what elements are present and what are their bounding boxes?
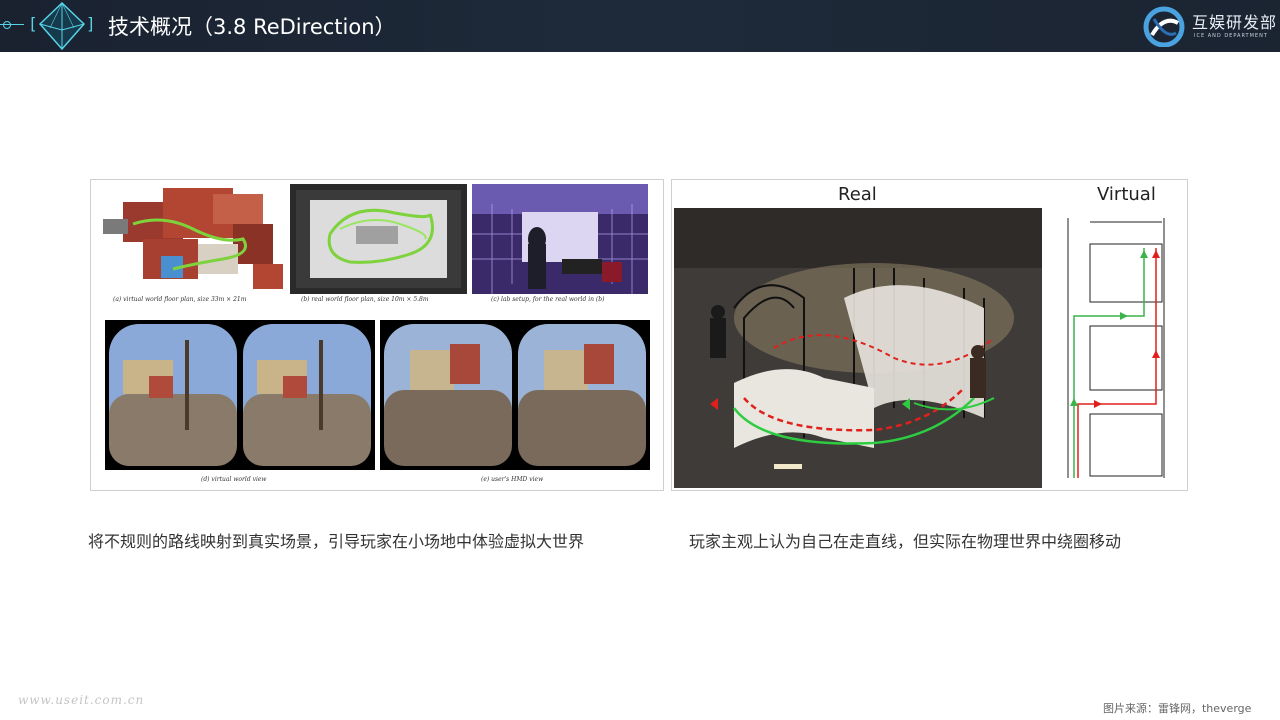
label-real: Real bbox=[838, 184, 877, 205]
header-bar: [ ] 技术概况（3.8 ReDirection） 互娱研发部 ICE AND … bbox=[0, 0, 1280, 52]
lab-setup-photo bbox=[472, 184, 648, 294]
watermark-text: www.useit.com.cn bbox=[18, 693, 145, 707]
real-maze-photo bbox=[674, 208, 1042, 488]
crystal-icon bbox=[38, 1, 86, 51]
caption-d: (d) virtual world view bbox=[201, 476, 267, 483]
real-floor-plan-image bbox=[290, 184, 467, 294]
caption-a: (a) virtual world floor plan, size 33m ×… bbox=[113, 296, 247, 303]
right-caption: 玩家主观上认为自己在走直线，但实际在物理世界中绕圈移动 bbox=[689, 532, 1122, 551]
left-caption: 将不规则的路线映射到真实场景，引导玩家在小场地中体验虚拟大世界 bbox=[88, 532, 585, 551]
left-figure-panel: (a) virtual world floor plan, size 33m ×… bbox=[90, 179, 664, 491]
image-source-text: 图片来源：雷锋网，theverge bbox=[1103, 702, 1252, 715]
label-virtual: Virtual bbox=[1097, 184, 1156, 205]
logo-swirl-icon bbox=[1143, 6, 1185, 47]
hmd-view-image bbox=[380, 320, 650, 470]
logo-text: 互娱研发部 bbox=[1192, 13, 1278, 32]
page-title: 技术概况（3.8 ReDirection） bbox=[108, 15, 396, 39]
virtual-floor-plan-image bbox=[103, 184, 285, 294]
caption-b: (b) real world floor plan, size 10m × 5.… bbox=[301, 296, 429, 303]
header-node-icon bbox=[3, 21, 11, 29]
right-figure-panel: Real Virtual bbox=[671, 179, 1188, 491]
header-connector-line bbox=[0, 24, 24, 25]
virtual-world-view-image bbox=[105, 320, 375, 470]
caption-e: (e) user's HMD view bbox=[481, 476, 544, 483]
logo-subtext: ICE AND DEPARTMENT bbox=[1194, 33, 1268, 39]
virtual-path-diagram bbox=[1048, 208, 1183, 488]
caption-c: (c) lab setup, for the real world in (b) bbox=[491, 296, 605, 303]
right-bracket-icon: ] bbox=[86, 14, 96, 33]
